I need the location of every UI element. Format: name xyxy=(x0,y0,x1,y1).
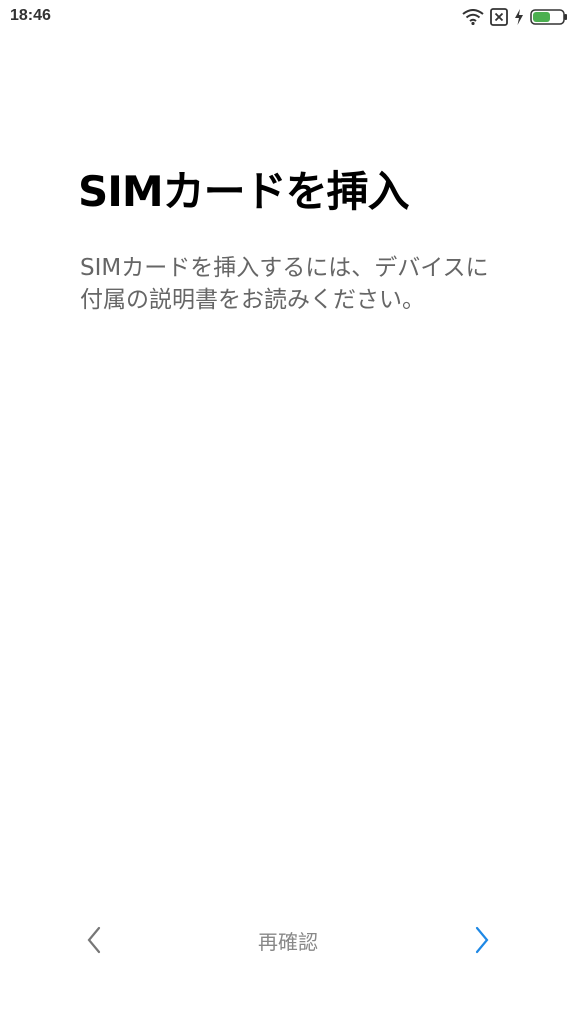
battery-level xyxy=(533,12,550,22)
charge-icon xyxy=(514,9,524,25)
status-bar: 18:46 xyxy=(0,0,576,34)
sim-off-icon xyxy=(490,8,508,26)
next-button[interactable] xyxy=(470,924,494,956)
wifi-icon xyxy=(462,9,484,25)
status-time: 18:46 xyxy=(10,7,51,24)
chevron-right-icon xyxy=(475,926,489,954)
status-icons xyxy=(462,7,568,27)
battery-icon xyxy=(530,9,568,25)
page-title: SIMカードを挿入 xyxy=(78,167,410,216)
page-description: SIMカードを挿入するには、デバイスに付属の説明書をお読みください。 xyxy=(80,255,489,313)
bottom-nav: 再確認 xyxy=(0,910,576,970)
